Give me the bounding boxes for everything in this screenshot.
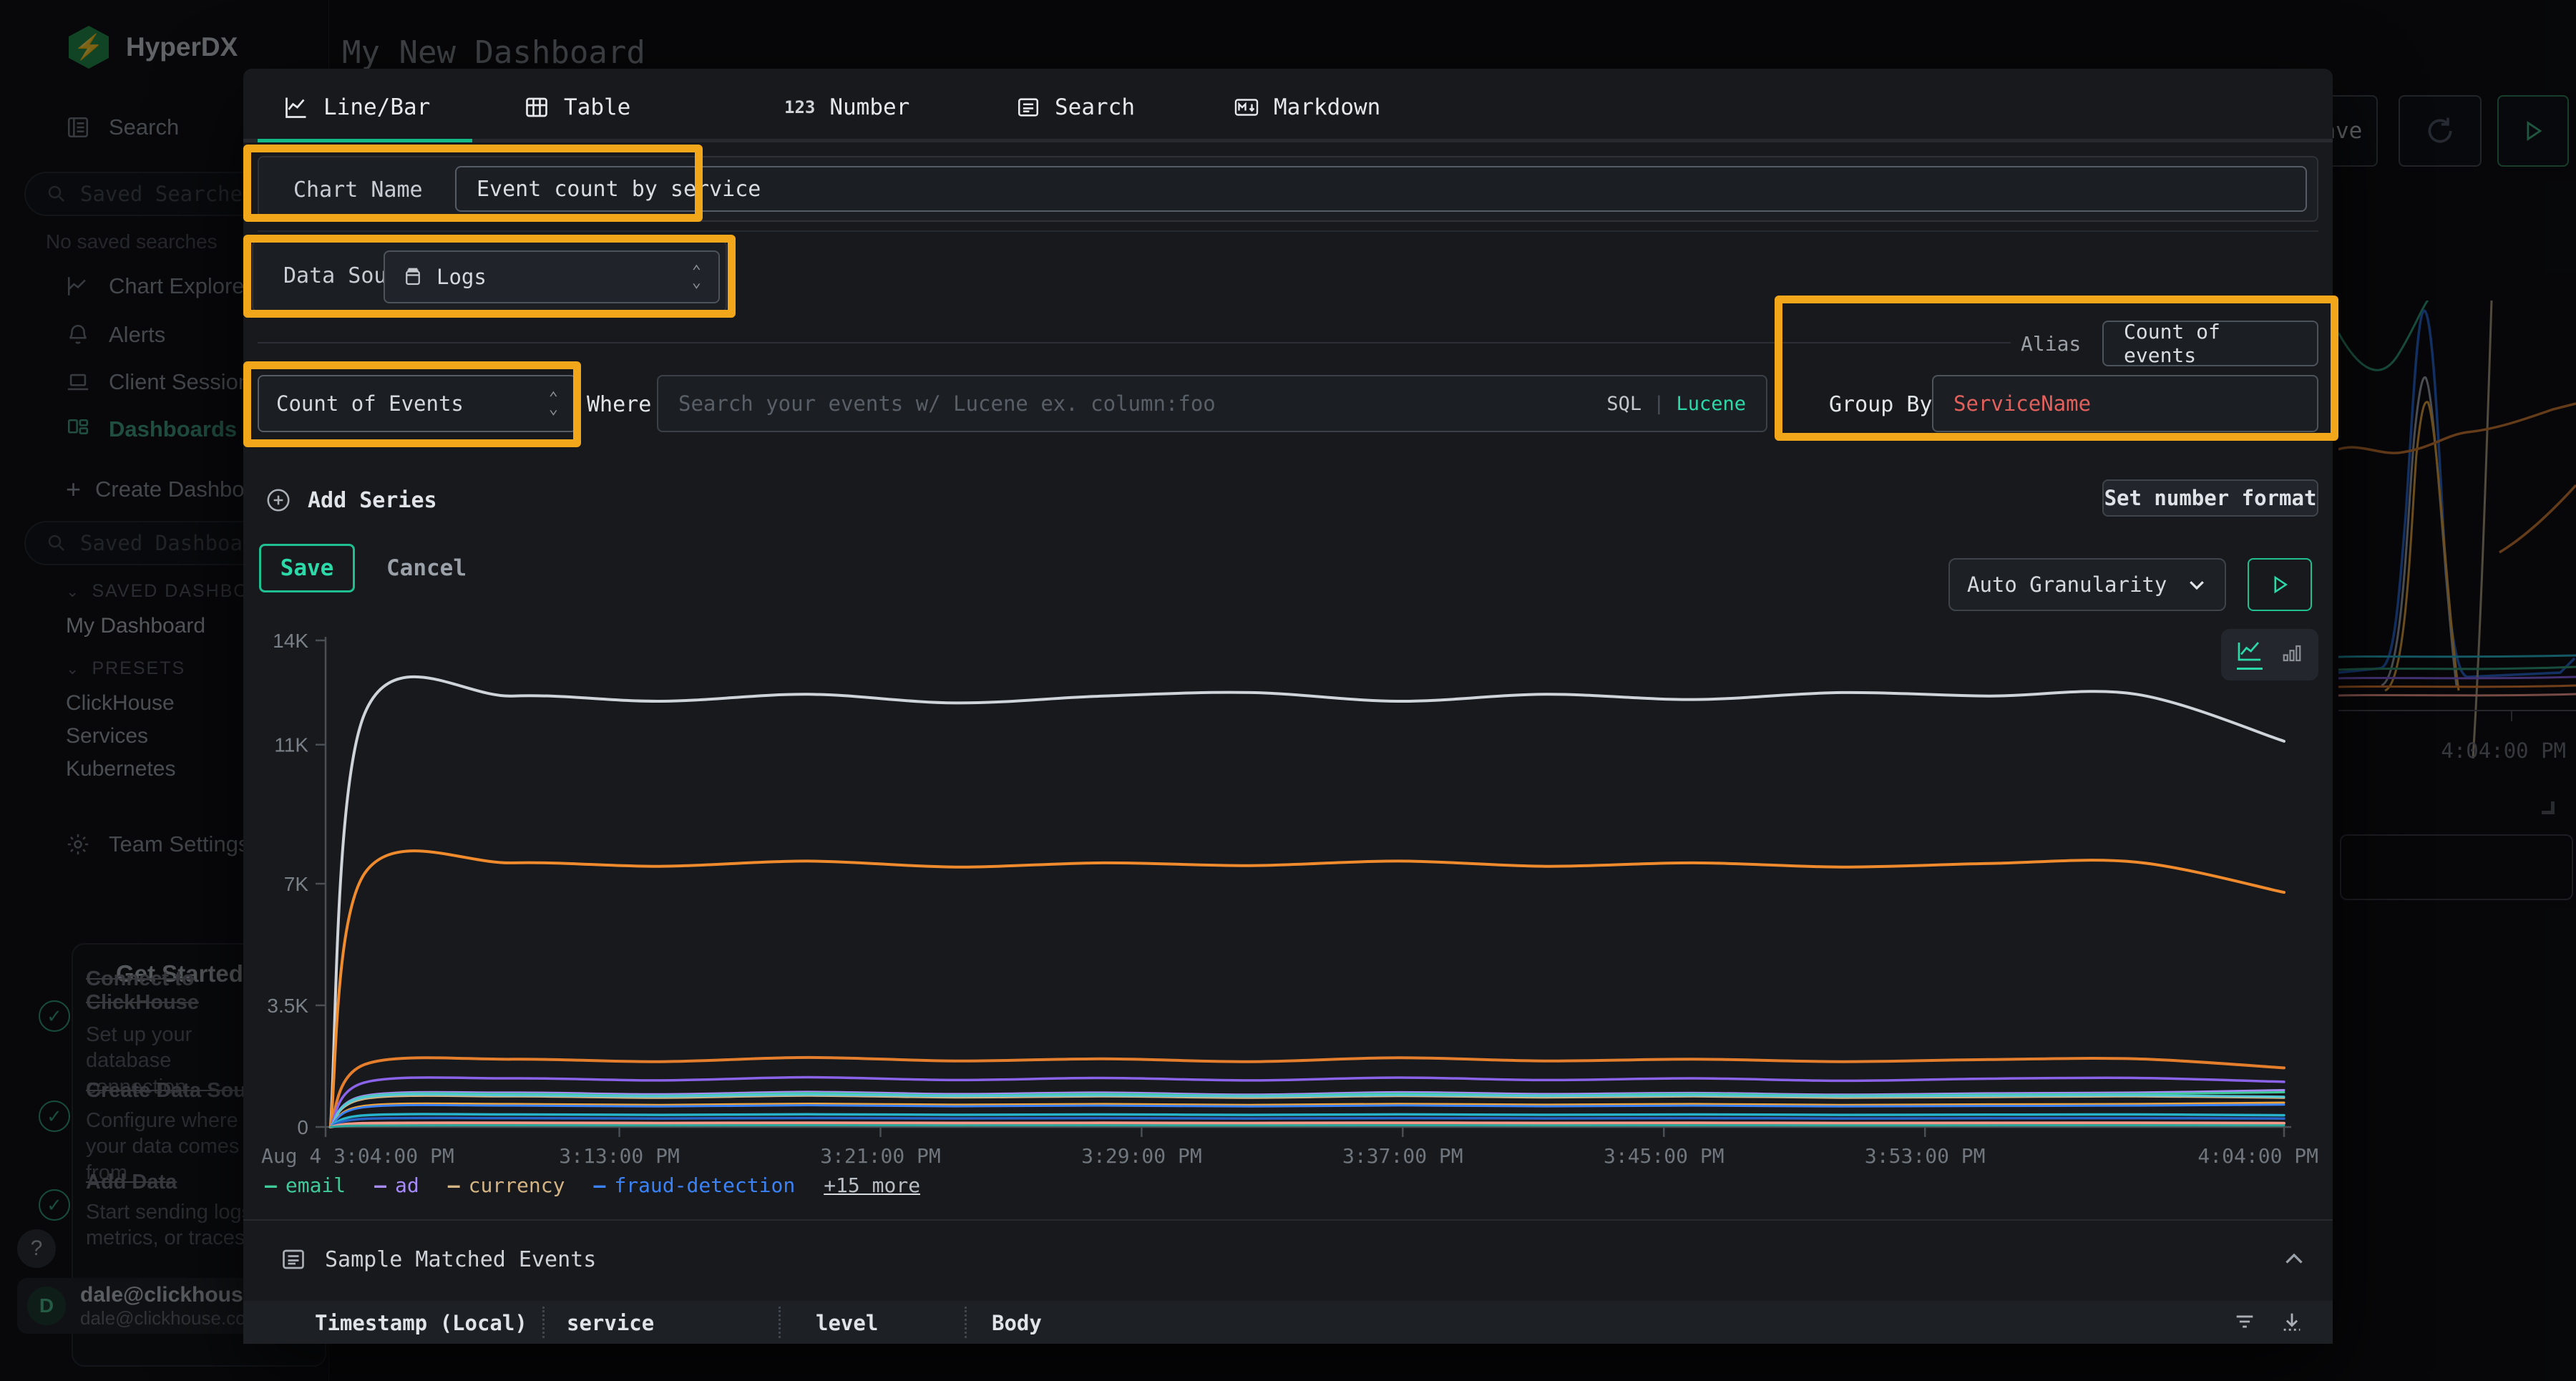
legend-item-email[interactable]: — email [265, 1173, 346, 1197]
bar-view-toggle[interactable] [2281, 643, 2303, 667]
group-by-label: Group By [1829, 392, 1933, 417]
column-separator[interactable] [965, 1307, 967, 1338]
chart-type-toggle [2221, 629, 2318, 680]
column-header-level: level [816, 1311, 878, 1335]
where-input[interactable]: Search your events w/ Lucene ex. column:… [657, 375, 1767, 432]
svg-text:7K: 7K [284, 873, 309, 895]
tab-line-bar[interactable]: Line/Bar [283, 84, 430, 130]
tab-underline [243, 139, 2333, 142]
set-number-format-button[interactable]: Set number format [2102, 479, 2318, 517]
table-icon [524, 94, 550, 120]
line-chart-icon [283, 94, 309, 120]
tab-markdown[interactable]: Markdown [1234, 84, 1380, 130]
column-header-body: Body [992, 1311, 1042, 1335]
chart-legend: — email — ad — currency — fraud-detectio… [265, 1173, 920, 1197]
list-icon [280, 1246, 306, 1272]
sql-mode-toggle[interactable]: SQL [1606, 393, 1641, 415]
database-icon [402, 266, 424, 288]
svg-text:3:45:00 PM: 3:45:00 PM [1604, 1144, 1724, 1168]
group-by-input[interactable]: ServiceName [1932, 375, 2318, 432]
svg-text:3:29:00 PM: 3:29:00 PM [1081, 1144, 1202, 1168]
number-icon: 123 [784, 97, 815, 117]
where-placeholder: Search your events w/ Lucene ex. column:… [678, 391, 1216, 416]
svg-text:3:13:00 PM: 3:13:00 PM [559, 1144, 680, 1168]
select-updown-icon: ⌃⌄ [692, 266, 701, 288]
active-tab-indicator [258, 139, 472, 142]
svg-text:3.5K: 3.5K [267, 995, 308, 1017]
legend-swatch: — [593, 1173, 605, 1197]
svg-text:3:21:00 PM: 3:21:00 PM [820, 1144, 941, 1168]
list-icon [1016, 95, 1040, 119]
tab-table[interactable]: Table [524, 84, 630, 130]
data-source-select[interactable]: Logs ⌃⌄ [384, 250, 720, 303]
chart-name-input[interactable]: Event count by service [455, 166, 2307, 212]
legend-more-link[interactable]: +15 more [824, 1173, 920, 1197]
aggregation-select[interactable]: Count of Events ⌃⌄ [258, 375, 577, 432]
markdown-icon [1234, 94, 1259, 120]
legend-item-fraud-detection[interactable]: — fraud-detection [593, 1173, 795, 1197]
alias-label: Alias [2021, 332, 2081, 356]
save-button[interactable]: Save [259, 544, 355, 592]
svg-text:11K: 11K [274, 734, 308, 756]
svg-text:4:04:00 PM: 4:04:00 PM [2197, 1144, 2318, 1168]
tab-search[interactable]: Search [1016, 84, 1135, 130]
lucene-mode-toggle[interactable]: Lucene [1676, 393, 1746, 415]
main-chart: 14K 11K 7K 3.5K 0 Aug 4 3:04:00 PM 3:13:00 PM 3… [258, 630, 2318, 1173]
column-header-service: service [567, 1311, 654, 1335]
divider [258, 230, 2318, 232]
collapse-section-chevron-up-icon[interactable] [2280, 1246, 2308, 1272]
legend-item-ad[interactable]: — ad [374, 1173, 419, 1197]
sample-events-header: Sample Matched Events [280, 1246, 596, 1272]
cancel-button[interactable]: Cancel [386, 544, 467, 592]
legend-swatch: — [374, 1173, 386, 1197]
svg-text:0: 0 [297, 1116, 308, 1138]
filter-icon[interactable] [2231, 1309, 2258, 1334]
table-header-row [243, 1301, 2333, 1344]
column-header-timestamp: Timestamp (Local) [315, 1311, 527, 1335]
line-chart-icon [2237, 640, 2263, 662]
legend-swatch: — [448, 1173, 460, 1197]
svg-text:3:53:00 PM: 3:53:00 PM [1865, 1144, 1986, 1168]
divider [243, 1219, 2333, 1221]
download-icon[interactable] [2278, 1309, 2306, 1334]
svg-text:14K: 14K [273, 630, 308, 652]
legend-swatch: — [265, 1173, 277, 1197]
alias-input[interactable]: Count of events [2102, 321, 2318, 366]
granularity-select[interactable]: Auto Granularity [1948, 558, 2226, 611]
line-view-toggle[interactable] [2237, 640, 2263, 670]
legend-item-currency[interactable]: — currency [448, 1173, 565, 1197]
bar-chart-icon [2281, 643, 2303, 664]
play-icon [2269, 574, 2290, 595]
add-series-button[interactable]: Add Series [265, 487, 437, 514]
plus-circle-icon [265, 487, 292, 514]
svg-text:3:37:00 PM: 3:37:00 PM [1342, 1144, 1463, 1168]
tab-number[interactable]: 123 Number [784, 84, 909, 130]
select-updown-icon: ⌃⌄ [549, 393, 558, 415]
where-label: Where [587, 392, 651, 417]
run-chart-button[interactable] [2248, 558, 2312, 611]
divider [258, 342, 2011, 343]
chart-name-label: Chart Name [293, 177, 423, 202]
svg-text:Aug 4 3:04:00 PM: Aug 4 3:04:00 PM [261, 1144, 454, 1168]
column-separator[interactable] [779, 1307, 781, 1338]
chevron-down-icon [2186, 574, 2207, 595]
edit-chart-modal: Line/Bar Table 123 Number Search Markdow… [243, 69, 2333, 1344]
column-separator[interactable] [542, 1307, 545, 1338]
